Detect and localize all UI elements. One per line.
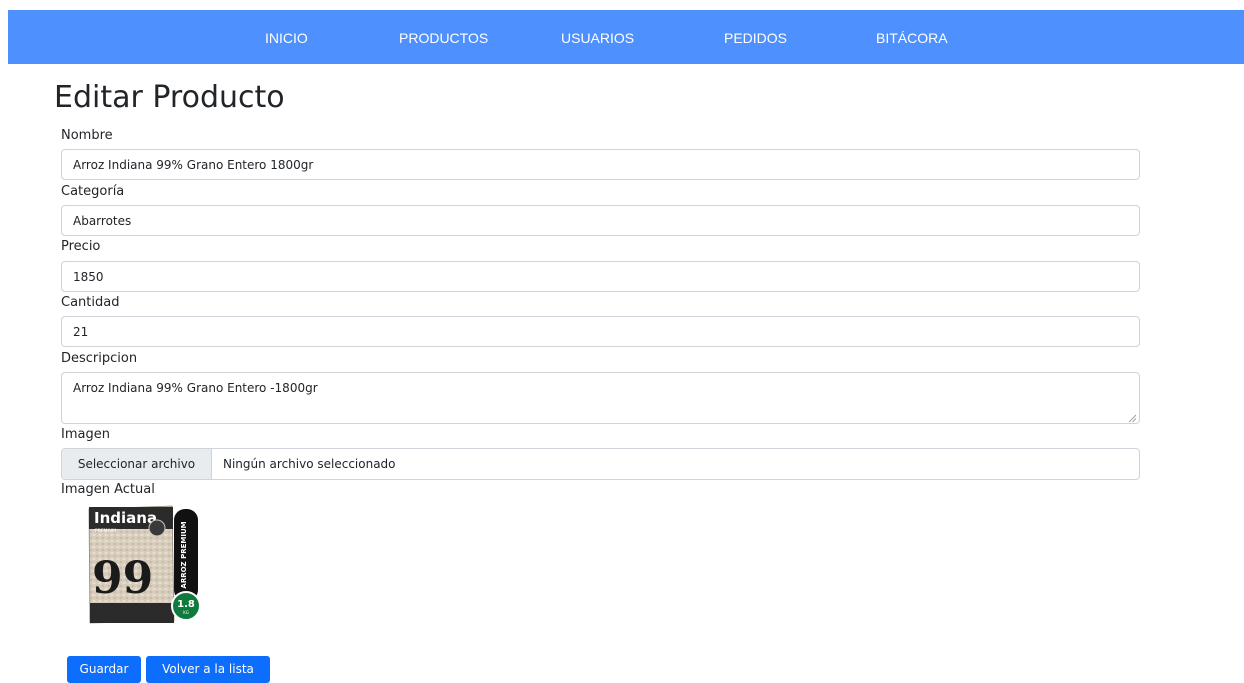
precio-label: Precio [61,239,101,254]
imagen-actual-label: Imagen Actual [61,482,155,497]
nombre-label: Nombre [61,128,113,143]
nav-bitacora[interactable]: BITÁCORA [876,10,948,64]
cantidad-input[interactable] [61,316,1140,347]
weight-unit-text: KG [183,610,189,615]
resize-grip-icon[interactable] [1128,414,1136,422]
nav-productos[interactable]: PRODUCTOS [399,10,488,64]
current-product-image: Indiana PREMIUM 99 ARROZ PREMIUM 1.8 KG [88,505,201,624]
bag-bottom-band [90,603,174,623]
weight-value-text: 1.8 [177,599,195,610]
cantidad-label: Cantidad [61,295,120,310]
categoria-input[interactable] [61,205,1140,236]
page-title: Editar Producto [54,80,285,115]
back-to-list-button[interactable]: Volver a la lista [146,656,270,683]
nav-inicio[interactable]: INICIO [265,10,308,64]
top-navbar: INICIO PRODUCTOS USUARIOS PEDIDOS BITÁCO… [8,10,1244,64]
nav-usuarios[interactable]: USUARIOS [561,10,634,64]
descripcion-textarea[interactable]: Arroz Indiana 99% Grano Entero -1800gr [61,372,1140,424]
precio-input[interactable] [61,261,1140,292]
side-label-text: ARROZ PREMIUM [180,521,188,588]
select-file-button[interactable]: Seleccionar archivo [62,449,212,479]
nombre-input[interactable] [61,149,1140,180]
bag-brand-text: Indiana [94,509,157,527]
imagen-label: Imagen [61,427,110,442]
bag-seal-icon [148,519,166,537]
bag-subbrand-text: PREMIUM [95,528,116,534]
file-status-text: Ningún archivo seleccionado [223,457,396,471]
categoria-label: Categoría [61,184,125,199]
imagen-file-input[interactable]: Seleccionar archivo Ningún archivo selec… [61,448,1140,480]
descripcion-label: Descripcion [61,351,138,366]
bag-number-text: 99 [92,553,153,604]
save-button[interactable]: Guardar [67,656,141,683]
nav-pedidos[interactable]: PEDIDOS [724,10,787,64]
